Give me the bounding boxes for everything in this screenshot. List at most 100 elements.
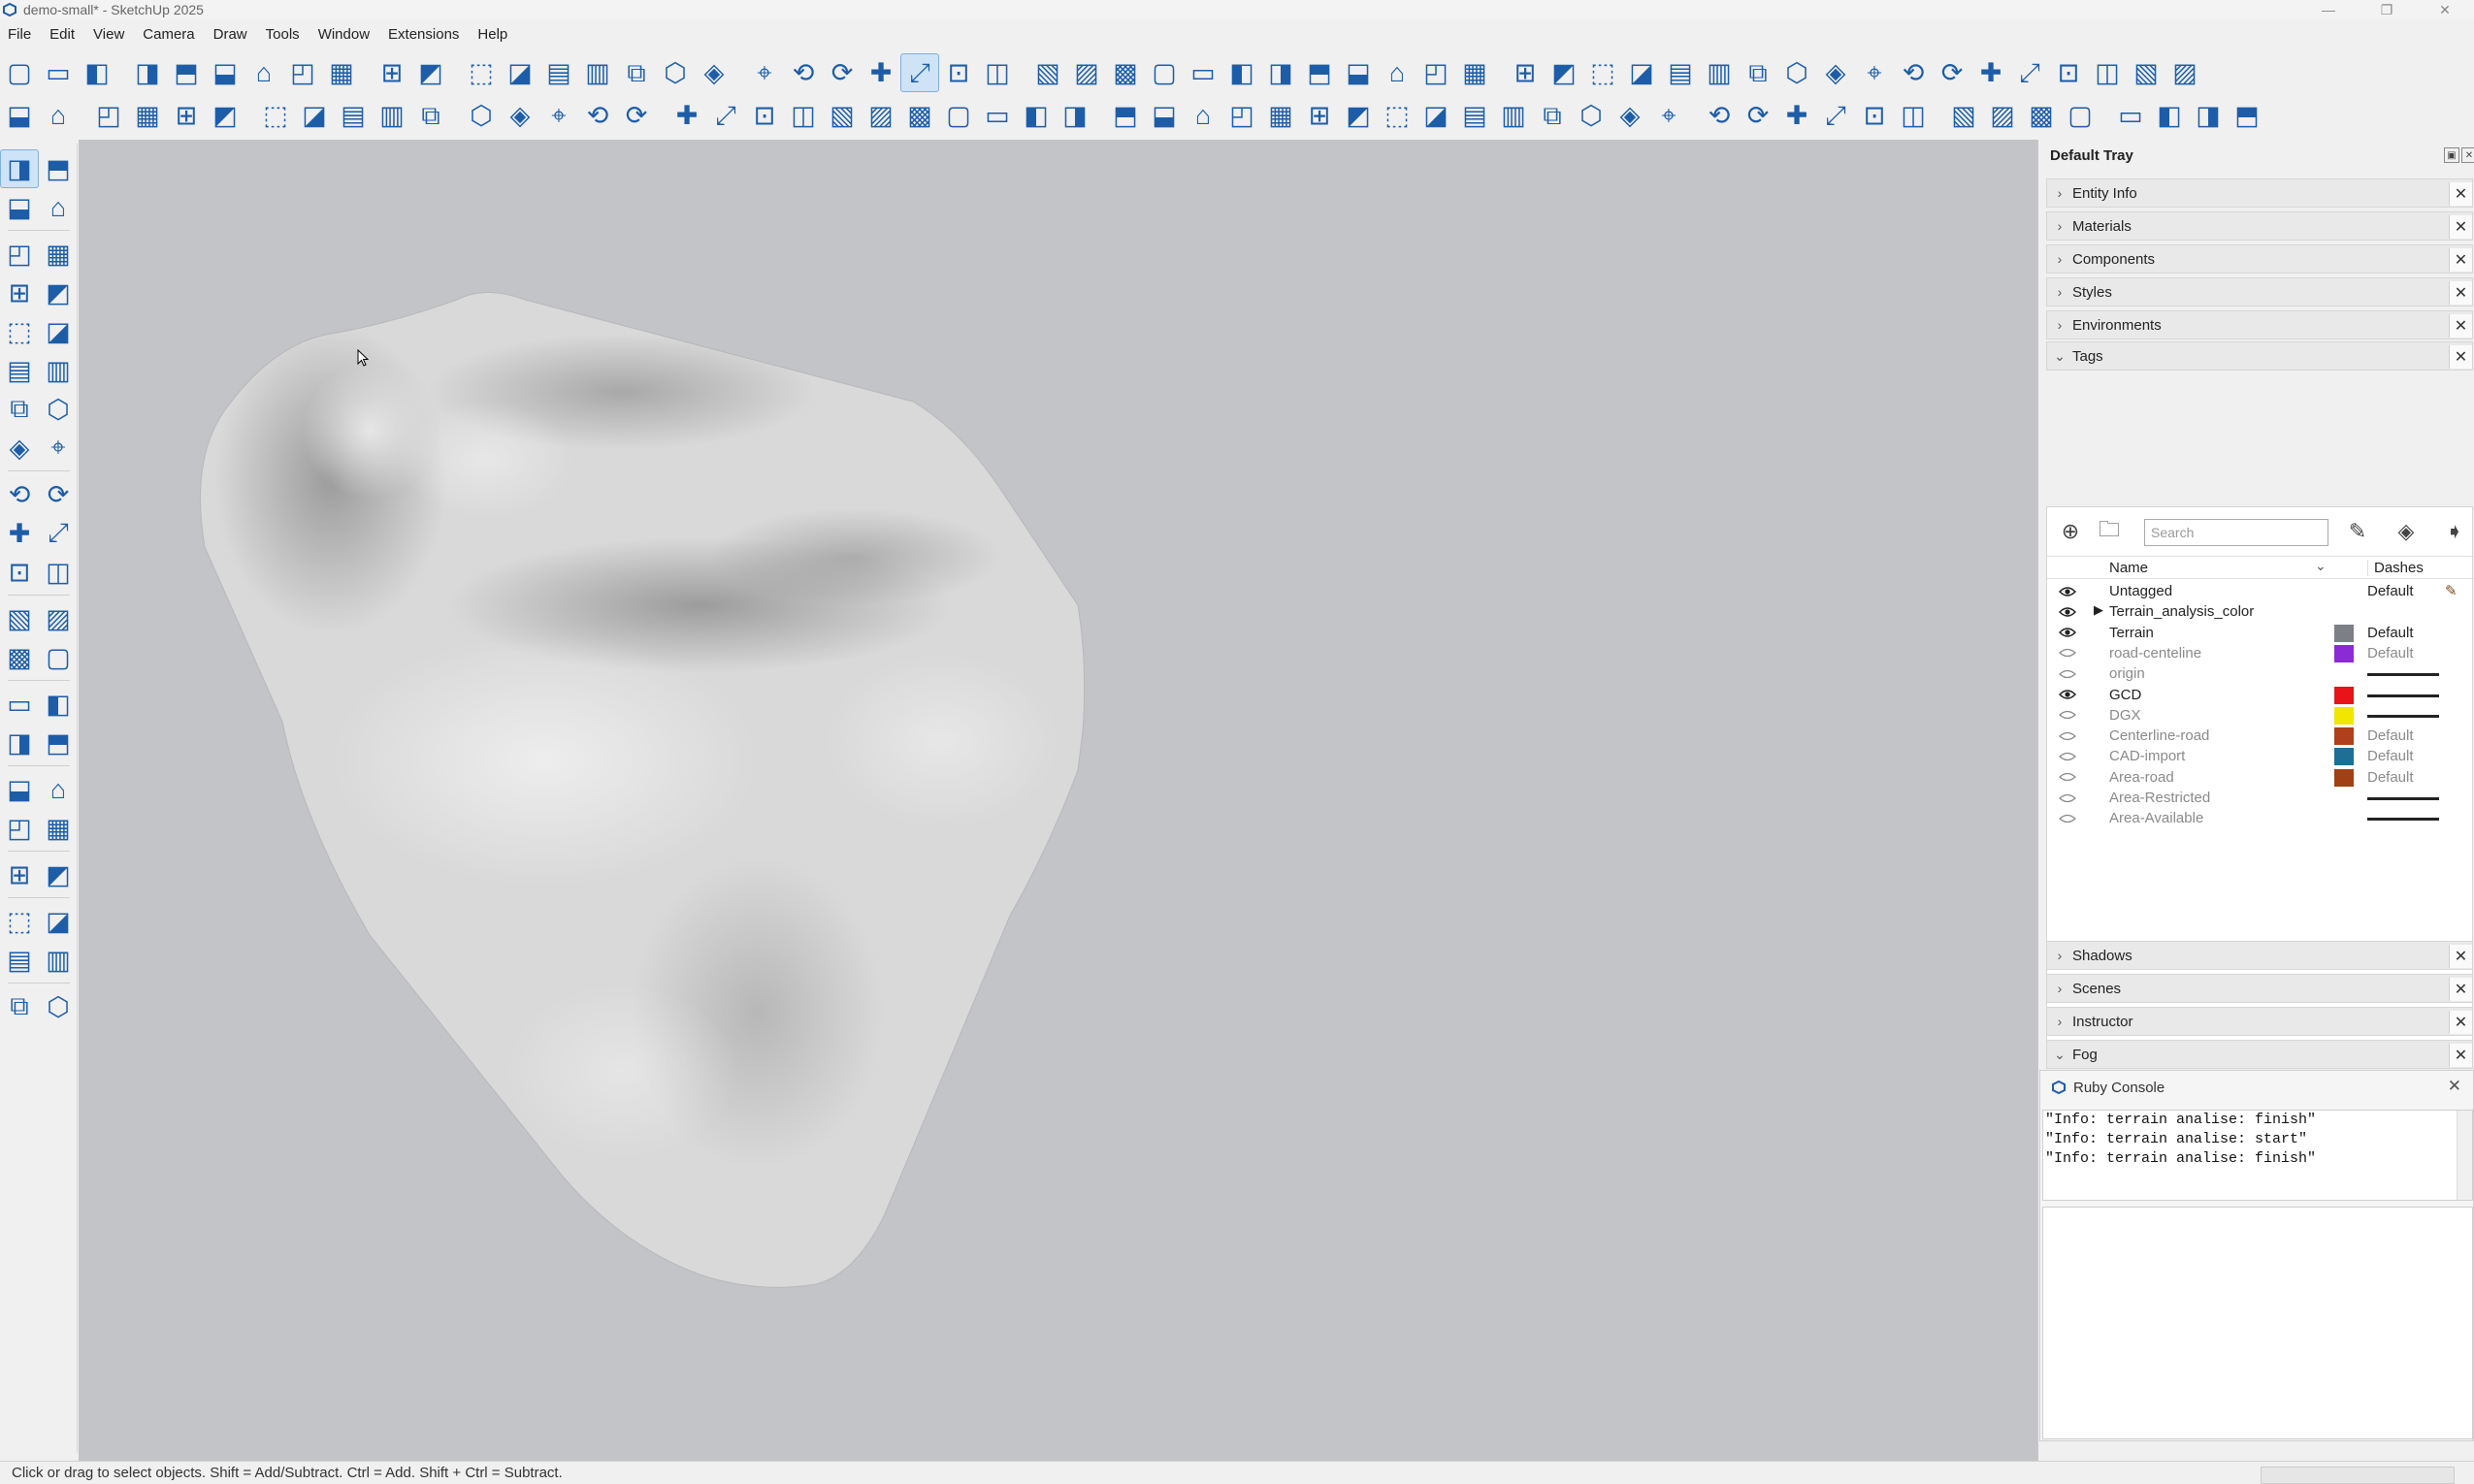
tag-row[interactable]: DGX — [2047, 705, 2474, 726]
flip-icon[interactable]: ⬡ — [39, 987, 78, 1026]
tag-row[interactable]: Area-Available — [2047, 808, 2474, 828]
dimension-icon[interactable]: ▨ — [39, 599, 78, 638]
drape-icon[interactable]: ⧉ — [0, 987, 39, 1026]
model-viewport[interactable] — [79, 140, 2037, 1461]
hidden-eye-icon[interactable] — [2057, 665, 2078, 682]
plane2-icon[interactable]: ▤ — [334, 96, 373, 135]
erase-icon[interactable]: ⌂ — [244, 53, 283, 92]
link-icon[interactable]: ▢ — [939, 96, 978, 135]
tag-row[interactable]: Area-Restricted — [2047, 788, 2474, 808]
magnify2-icon[interactable]: ▧ — [823, 96, 862, 135]
wireframe-icon[interactable]: ⟳ — [823, 53, 862, 92]
refresh-icon[interactable]: ◫ — [1894, 96, 1933, 135]
close-icon[interactable]: ✕ — [2449, 314, 2472, 338]
tag-paint-icon[interactable]: ✎ — [2338, 512, 2377, 551]
close-button[interactable]: ✕ — [2416, 0, 2474, 19]
ruby-console-input[interactable] — [2042, 1207, 2473, 1439]
arrow-export-icon[interactable]: ◫ — [2088, 53, 2127, 92]
terrain-mesh[interactable] — [79, 140, 2037, 1461]
hidden-eye-icon[interactable] — [2057, 748, 2078, 764]
blocks-icon[interactable]: ◨ — [1056, 96, 1094, 135]
compass-icon[interactable]: ▭ — [1184, 53, 1222, 92]
xray-icon[interactable]: ⌖ — [745, 53, 784, 92]
tray-pin-icon[interactable]: ▣ — [2444, 147, 2459, 163]
scale-icon[interactable]: ◨ — [2189, 96, 2228, 135]
tag-dash-line[interactable] — [2367, 673, 2439, 677]
slope-icon[interactable]: ⬡ — [1777, 53, 1816, 92]
help-icon[interactable]: ⤢ — [1816, 96, 1855, 135]
pin-icon[interactable]: ▢ — [1145, 53, 1184, 92]
close-icon[interactable]: ✕ — [2449, 1011, 2472, 1034]
ruby-console-output[interactable]: "Info: terrain analise: finish" "Info: t… — [2042, 1110, 2473, 1201]
rectangle-icon[interactable]: ⬚ — [0, 312, 39, 351]
top-view-icon[interactable]: ◪ — [501, 53, 539, 92]
menu-tools[interactable]: Tools — [266, 26, 300, 43]
menu-extensions[interactable]: Extensions — [388, 26, 459, 43]
globe-icon[interactable]: ◰ — [89, 96, 128, 135]
crosshair-icon[interactable]: ◩ — [1339, 96, 1378, 135]
tag-dash-line[interactable] — [2367, 714, 2439, 718]
menu-edit[interactable]: Edit — [49, 26, 75, 43]
tag-dash-style[interactable]: Default — [2367, 625, 2414, 641]
pencil-icon[interactable]: ⊞ — [0, 274, 39, 312]
add-tag-icon[interactable]: ⊕ — [2051, 512, 2090, 551]
cut-icon[interactable]: ◨ — [128, 53, 167, 92]
plane-icon[interactable]: ◪ — [295, 96, 334, 135]
move-axes-icon[interactable]: ⤢ — [2010, 53, 2049, 92]
tag-dash-style[interactable]: Default — [2367, 583, 2414, 599]
warehouse-icon[interactable]: ▧ — [1028, 53, 1067, 92]
tree-icon[interactable]: ▩ — [1106, 53, 1145, 92]
iso-view-icon[interactable]: ⬚ — [462, 53, 501, 92]
scissors-icon[interactable]: ◧ — [2150, 96, 2189, 135]
panel-scenes[interactable]: › Scenes ✕ — [2046, 974, 2473, 1003]
arc2-icon[interactable]: ⬡ — [39, 390, 78, 429]
tag-dash-line[interactable] — [2367, 797, 2439, 800]
protractor-icon[interactable]: ▩ — [0, 638, 39, 677]
ruler-icon[interactable]: ⌂ — [1184, 96, 1222, 135]
menu-icon[interactable]: ⬓ — [0, 96, 39, 135]
group-icon[interactable]: ⌖ — [1855, 53, 1894, 92]
tag-dash-line[interactable] — [2367, 818, 2439, 822]
panel-instructor[interactable]: › Instructor ✕ — [2046, 1007, 2473, 1036]
text-icon[interactable]: ▢ — [39, 638, 78, 677]
console-scrollbar[interactable] — [2457, 1111, 2472, 1200]
anchor-icon[interactable]: ▩ — [900, 96, 939, 135]
tag-icon[interactable]: ◰ — [0, 235, 39, 274]
menu-draw[interactable]: Draw — [213, 26, 247, 43]
close-icon[interactable]: ✕ — [2448, 1077, 2461, 1096]
tag-row[interactable]: ▶ Terrain_analysis_color — [2047, 601, 2474, 622]
obj-icon[interactable]: ⬒ — [2228, 96, 2266, 135]
close-icon[interactable]: ✕ — [2449, 248, 2472, 272]
zoom-icon[interactable]: ⬓ — [0, 770, 39, 809]
tent-icon[interactable]: ⊞ — [167, 96, 206, 135]
grid-dots-icon[interactable]: ⟳ — [617, 96, 656, 135]
undo-icon[interactable]: ◰ — [283, 53, 322, 92]
menu-file[interactable]: File — [8, 26, 31, 43]
hidden-eye-icon[interactable] — [2057, 790, 2078, 806]
auto-icon[interactable]: ⊡ — [2049, 53, 2088, 92]
back-edges-icon[interactable]: ⟲ — [784, 53, 823, 92]
close-icon[interactable]: ✕ — [2449, 345, 2472, 369]
hidden-eye-icon[interactable] — [2057, 707, 2078, 724]
lasso-icon[interactable]: ⬒ — [39, 149, 78, 188]
look-around-icon[interactable]: ⬚ — [0, 902, 39, 941]
tag-color-swatch[interactable] — [2334, 768, 2354, 787]
loop-icon[interactable]: ◫ — [784, 96, 823, 135]
calc-icon[interactable]: ⬚ — [1378, 96, 1416, 135]
frame-icon[interactable]: ⬓ — [1339, 53, 1378, 92]
close-icon[interactable]: ✕ — [2449, 281, 2472, 305]
tags-search-input[interactable] — [2144, 519, 2328, 546]
close-icon[interactable]: ✕ — [2449, 978, 2472, 1001]
branch-icon[interactable]: ◰ — [1222, 96, 1261, 135]
menu-view[interactable]: View — [93, 26, 124, 43]
mountains-icon[interactable]: ◩ — [206, 96, 244, 135]
3dtext-icon[interactable]: ◧ — [39, 685, 78, 724]
visible-eye-icon[interactable] — [2057, 625, 2078, 641]
play-icon[interactable]: ▢ — [2061, 96, 2100, 135]
hidden-eye-icon[interactable] — [2057, 769, 2078, 786]
tag-dash-style[interactable]: Default — [2367, 727, 2414, 744]
position-cam-icon[interactable]: ⊞ — [0, 855, 39, 894]
table-icon[interactable]: ⟲ — [1894, 53, 1933, 92]
bottom-view-icon[interactable]: ◈ — [695, 53, 733, 92]
tiles-icon[interactable]: ▧ — [2127, 53, 2165, 92]
